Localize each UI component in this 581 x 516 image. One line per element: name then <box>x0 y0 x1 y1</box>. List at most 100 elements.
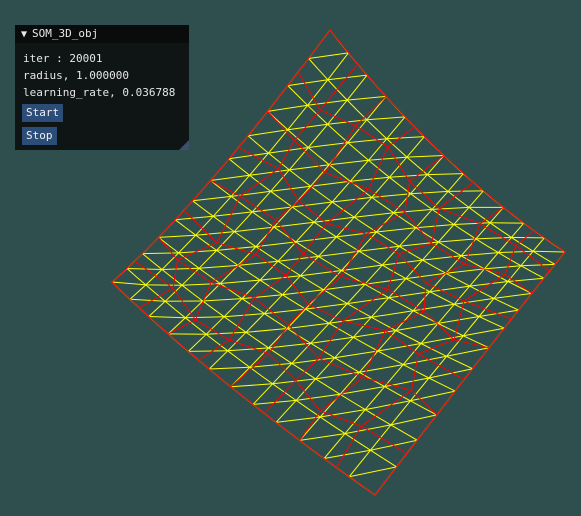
mesh-edge <box>395 330 409 338</box>
mesh-edge <box>368 138 388 161</box>
mesh-edge <box>198 267 210 277</box>
mesh-edge <box>493 297 507 305</box>
som-link <box>398 253 427 284</box>
mesh-edge <box>324 229 337 238</box>
mesh-edge <box>202 283 221 302</box>
som-link <box>362 330 386 378</box>
mesh-edge <box>397 393 411 402</box>
mesh-edge <box>188 260 200 269</box>
mesh-edge <box>302 214 315 223</box>
mesh-edge <box>291 206 304 216</box>
mesh-edge <box>433 349 447 357</box>
mesh-edge <box>195 234 207 244</box>
som-link <box>111 260 136 283</box>
mesh-edge <box>249 174 261 184</box>
mesh-edge <box>181 267 200 286</box>
mesh-edge <box>445 268 485 274</box>
mesh-edge <box>332 424 346 435</box>
som-link <box>177 259 212 283</box>
mesh-edge <box>442 216 455 225</box>
mesh-edge <box>481 291 495 299</box>
mesh-edge <box>307 123 328 148</box>
mesh-edge <box>354 212 394 218</box>
mesh-edge <box>300 275 313 284</box>
mesh-edge <box>429 291 443 299</box>
mesh-edge <box>412 291 431 312</box>
som-link <box>183 180 211 211</box>
mesh-edge <box>208 350 229 370</box>
mesh-edge <box>206 331 247 335</box>
mesh-edge <box>227 347 269 352</box>
mesh-edge <box>286 308 306 329</box>
som-link <box>230 386 265 414</box>
mesh-edge <box>321 193 333 203</box>
som-control-window[interactable]: ▼ SOM_3D_obj iter : 20001 radius, 1.00000… <box>15 25 189 150</box>
som-link <box>210 147 239 181</box>
mesh-edge <box>270 287 283 296</box>
mesh-edge <box>493 292 532 299</box>
mesh-edge <box>377 350 391 359</box>
mesh-edge <box>346 99 358 111</box>
mesh-edge <box>346 303 360 311</box>
triangle-down-icon[interactable]: ▼ <box>21 26 27 44</box>
mesh-edge <box>174 219 186 228</box>
resize-grip[interactable] <box>179 140 189 150</box>
mesh-edge <box>344 424 391 435</box>
mesh-edge <box>479 309 519 317</box>
mesh-edge <box>376 129 388 140</box>
mesh-edge <box>370 257 383 266</box>
mesh-edge <box>264 313 276 322</box>
mesh-edge <box>303 370 316 380</box>
mesh-edge <box>223 316 236 325</box>
stop-button[interactable]: Stop <box>22 127 57 145</box>
mesh-edge <box>220 279 261 284</box>
mesh-edge <box>386 136 425 140</box>
mesh-edge <box>300 256 319 277</box>
mesh-edge <box>417 284 431 293</box>
mesh-edge <box>400 303 414 312</box>
mesh-edge <box>310 322 330 344</box>
som-link <box>238 111 268 148</box>
som-link <box>366 233 400 255</box>
mesh-edge <box>213 211 253 217</box>
mesh-edge <box>192 200 204 209</box>
som-link <box>504 273 533 294</box>
mesh-edge <box>403 432 418 441</box>
mesh-edge <box>295 399 309 410</box>
mesh-edge <box>319 416 333 426</box>
mesh-edge <box>334 350 378 359</box>
mesh-edge <box>245 313 265 333</box>
mesh-edge <box>111 281 146 286</box>
mesh-edge <box>520 265 533 273</box>
som-link <box>299 410 321 441</box>
mesh-edge <box>289 164 330 171</box>
mesh-edge <box>410 190 449 195</box>
start-button[interactable]: Start <box>22 104 64 122</box>
mesh-edge <box>422 259 435 268</box>
window-title-bar[interactable]: ▼ SOM_3D_obj <box>15 25 189 43</box>
mesh-edge <box>295 241 308 250</box>
mesh-edge <box>350 176 390 182</box>
mesh-edge <box>234 231 246 240</box>
mesh-edge <box>520 250 534 267</box>
som-link <box>255 219 277 255</box>
mesh-edge <box>126 268 137 278</box>
mesh-edge <box>238 358 251 368</box>
mesh-edge <box>255 226 275 247</box>
mesh-edge <box>259 279 272 288</box>
som-link <box>336 425 362 468</box>
mesh-edge <box>249 169 290 176</box>
mesh-edge <box>500 229 512 238</box>
mesh-edge <box>520 263 556 267</box>
mesh-edge <box>151 261 163 270</box>
mesh-edge <box>388 297 402 305</box>
mesh-edge <box>244 238 257 248</box>
mesh-edge <box>248 272 261 281</box>
mesh-edge <box>209 366 250 370</box>
mesh-edge <box>457 279 470 287</box>
mesh-edge <box>484 252 499 270</box>
mesh-edge <box>415 209 433 229</box>
mesh-edge <box>422 241 439 261</box>
som-link <box>294 109 321 141</box>
mesh-edge <box>393 208 433 214</box>
